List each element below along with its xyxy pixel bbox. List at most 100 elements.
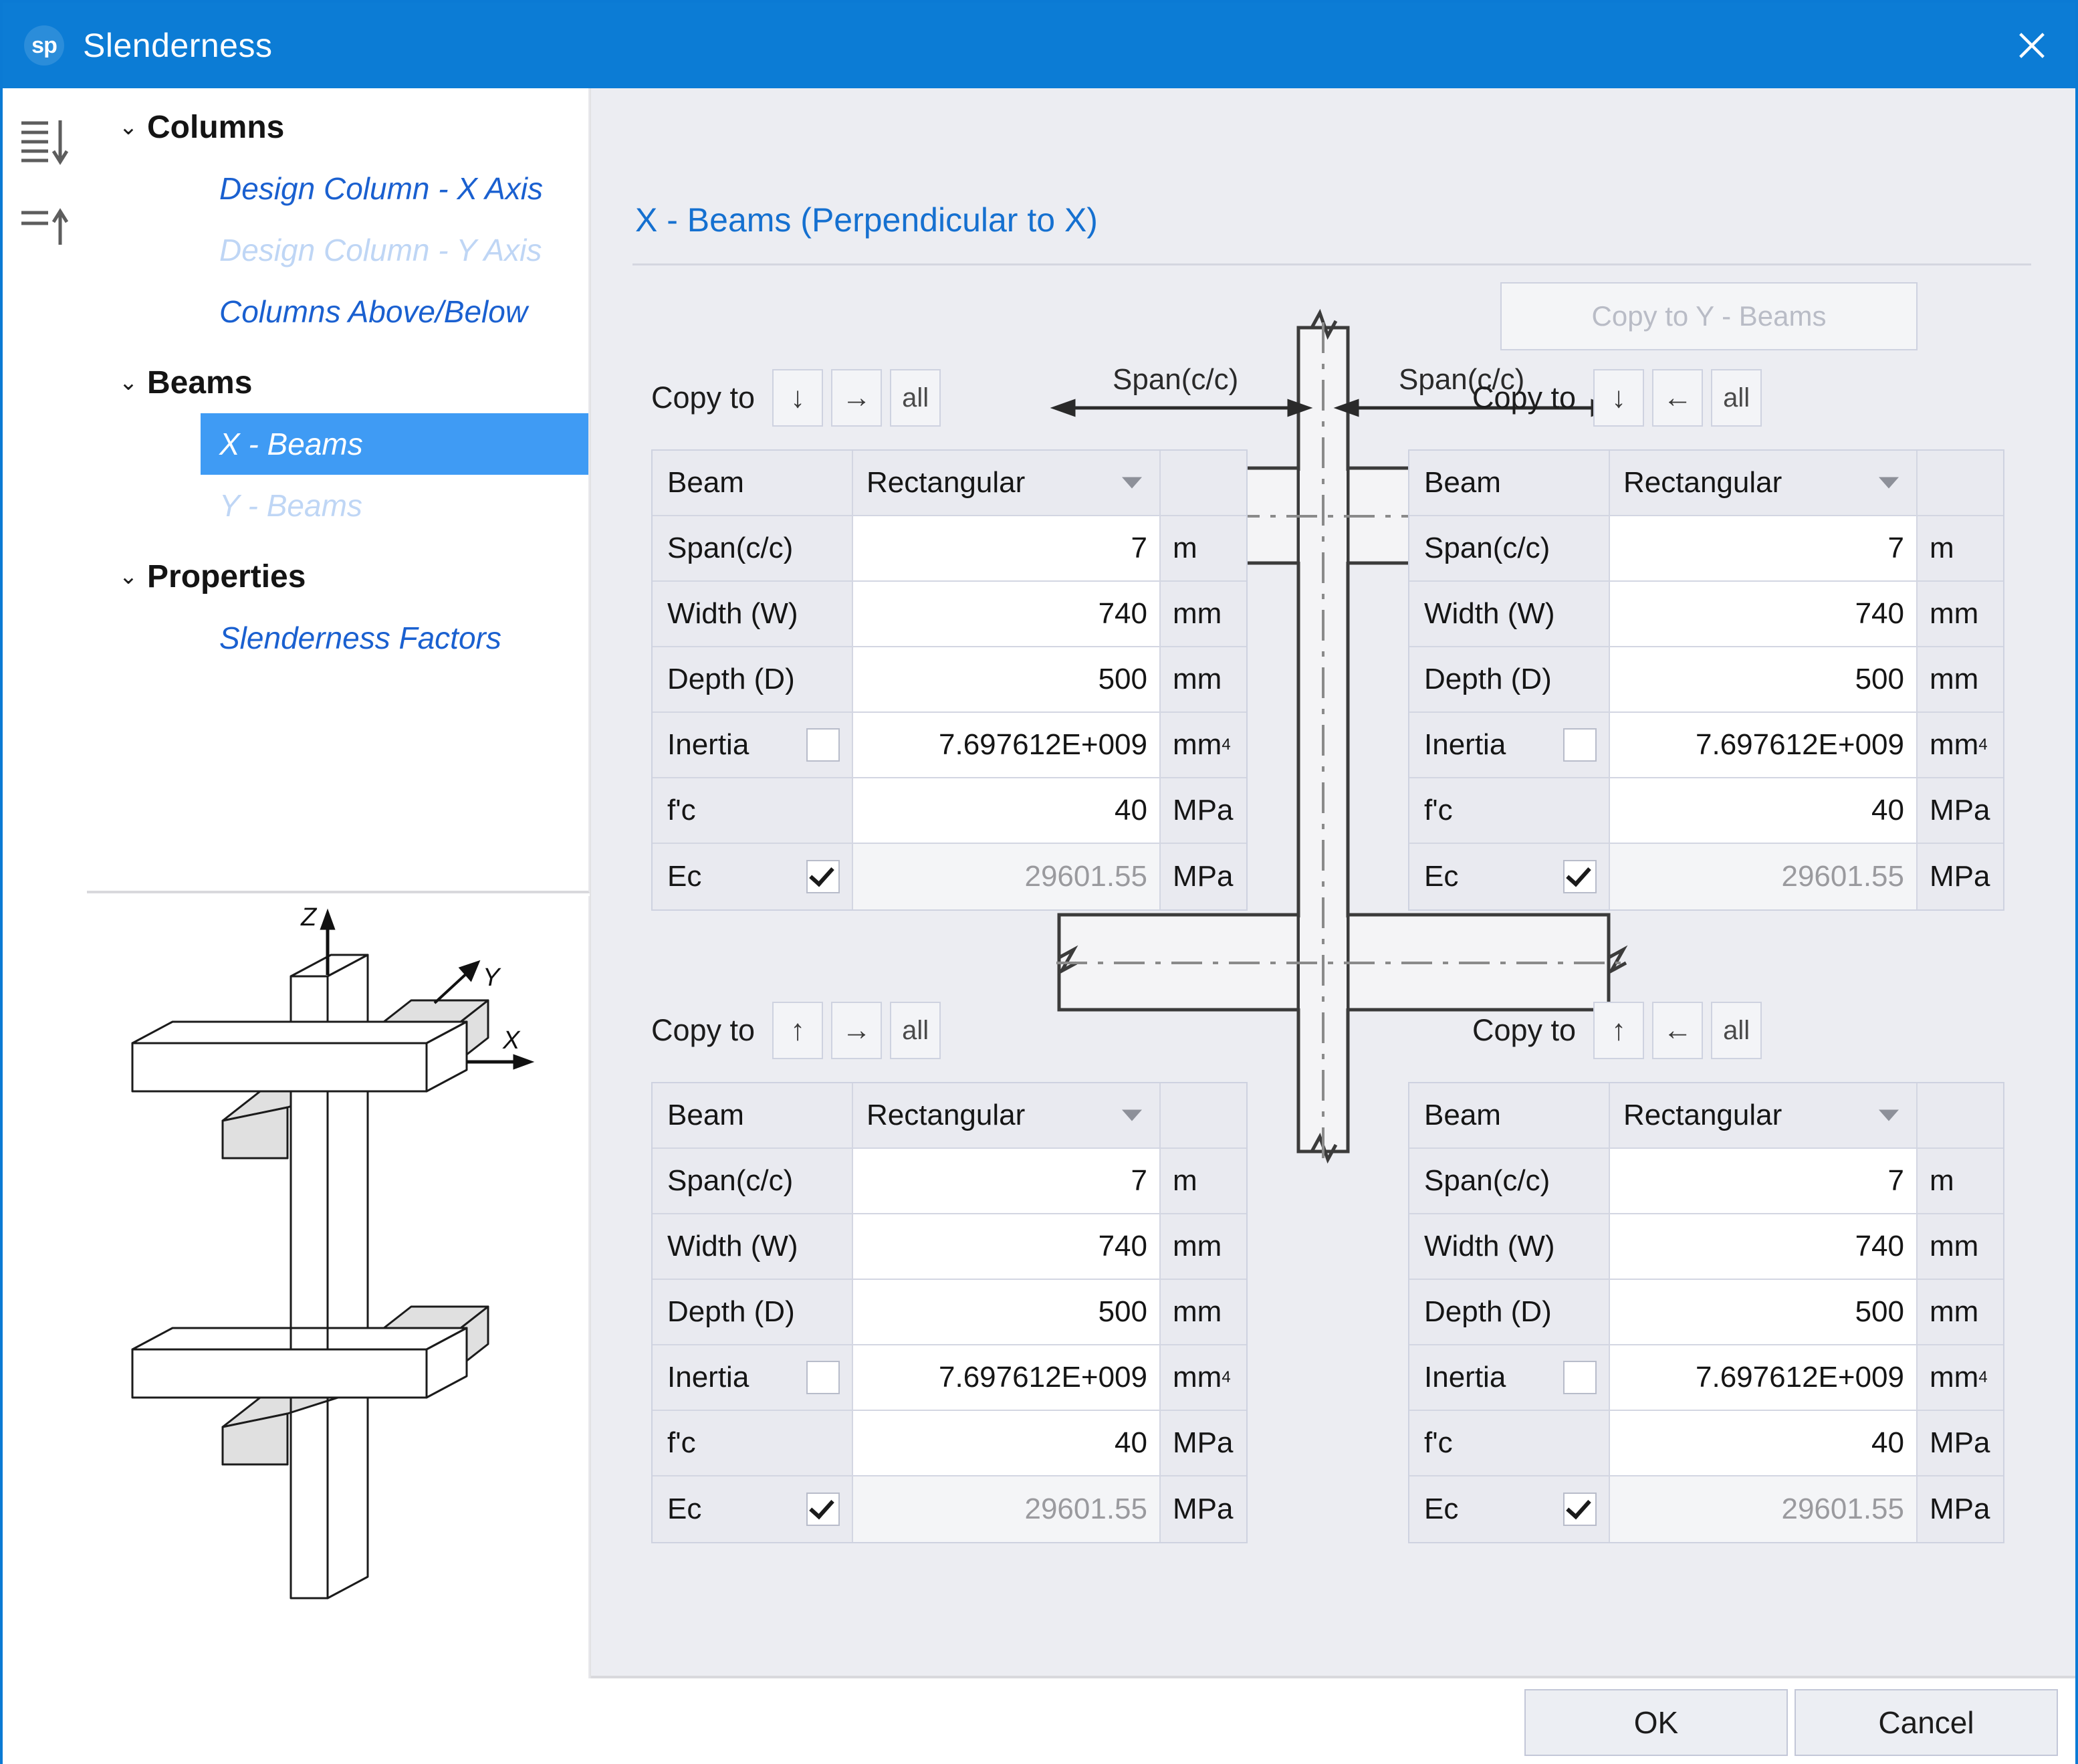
copy-up-button[interactable]: ↑	[772, 1002, 824, 1059]
beam-shape-select[interactable]: Rectangular	[853, 1083, 1161, 1147]
copy-all-button[interactable]: all	[1711, 369, 1762, 427]
chevron-down-icon: ⌄	[118, 370, 138, 395]
table-row: Width (W) 740 mm	[1409, 1214, 2003, 1280]
depth-input[interactable]: 500	[853, 647, 1161, 711]
depth-input[interactable]: 500	[1610, 1280, 1918, 1344]
sp-logo-icon: sp	[24, 25, 64, 66]
inertia-input[interactable]: 7.697612E+009	[853, 1345, 1161, 1410]
fc-input[interactable]: 40	[1610, 778, 1918, 843]
inertia-input[interactable]: 7.697612E+009	[853, 713, 1161, 777]
tree-group-properties[interactable]: ⌄ Properties	[87, 546, 588, 607]
copy-to-toolbar-bottom-right: Copy to ↑ ← all	[1472, 1002, 1770, 1059]
beam-shape-select[interactable]: Rectangular	[1610, 451, 1918, 515]
row-label-inertia: Inertia	[1409, 713, 1610, 777]
width-input[interactable]: 740	[1610, 1214, 1918, 1279]
tree-group-beams[interactable]: ⌄ Beams	[87, 352, 588, 413]
row-unit: mm	[1161, 1214, 1246, 1279]
sidebar-item-x-beams[interactable]: X - Beams	[201, 413, 588, 475]
fc-input[interactable]: 40	[1610, 1411, 1918, 1475]
depth-input[interactable]: 500	[1610, 647, 1918, 711]
copy-to-label: Copy to	[1472, 380, 1577, 415]
tree-group-properties-label: Properties	[147, 558, 306, 594]
expand-all-button[interactable]	[19, 115, 71, 169]
tree-toolbar	[3, 88, 88, 1678]
chevron-down-icon: ⌄	[118, 114, 138, 140]
inertia-input[interactable]: 7.697612E+009	[1610, 1345, 1918, 1410]
copy-left-button[interactable]: ←	[1652, 369, 1704, 427]
copy-to-toolbar-bottom-left: Copy to ↑ → all	[651, 1002, 949, 1059]
fc-input[interactable]: 40	[853, 778, 1161, 843]
axis-label-x: X	[502, 1026, 521, 1055]
table-row: Span(c/c) 7 m	[1409, 516, 2003, 582]
copy-down-button[interactable]: ↓	[1593, 369, 1645, 427]
row-label: Width (W)	[1409, 582, 1610, 646]
sidebar-item-design-column-x[interactable]: Design Column - X Axis	[87, 158, 588, 219]
table-row: Inertia 7.697612E+009 mm 4	[1409, 1345, 2003, 1411]
row-unit: MPa	[1918, 844, 2003, 909]
row-label: Ec	[1424, 1493, 1459, 1525]
dialog-body: ⌄ Columns Design Column - X Axis Design …	[3, 88, 2075, 1678]
span-input[interactable]: 7	[1610, 1149, 1918, 1213]
sidebar-item-columns-above-below[interactable]: Columns Above/Below	[87, 281, 588, 342]
row-unit: MPa	[1918, 778, 2003, 843]
ec-checkbox[interactable]	[806, 1493, 840, 1526]
sidebar-item-slenderness-factors[interactable]: Slenderness Factors	[87, 607, 588, 669]
title-bar: sp Slenderness	[3, 3, 2075, 88]
table-row: Span(c/c) 7 m	[653, 1149, 1246, 1214]
copy-right-button[interactable]: →	[831, 369, 883, 427]
row-label: f'c	[653, 778, 853, 843]
inertia-checkbox[interactable]	[1563, 728, 1597, 762]
depth-input[interactable]: 500	[853, 1280, 1161, 1344]
collapse-all-button[interactable]	[19, 195, 71, 249]
beam-shape-value: Rectangular	[867, 466, 1026, 499]
copy-all-button[interactable]: all	[1711, 1002, 1762, 1059]
span-input[interactable]: 7	[853, 1149, 1161, 1213]
copy-up-button[interactable]: ↑	[1593, 1002, 1645, 1059]
row-unit: m	[1918, 1149, 2003, 1213]
row-unit: mm	[1918, 647, 2003, 711]
ok-button[interactable]: OK	[1524, 1689, 1788, 1756]
cancel-button[interactable]: Cancel	[1795, 1689, 2058, 1756]
row-label: Span(c/c)	[1409, 1149, 1610, 1213]
copy-left-button[interactable]: ←	[1652, 1002, 1704, 1059]
row-unit: mm	[1918, 1214, 2003, 1279]
beam-shape-select[interactable]: Rectangular	[853, 451, 1161, 515]
close-button[interactable]	[1988, 3, 2075, 88]
axis-label-y: Y	[483, 964, 501, 992]
width-input[interactable]: 740	[1610, 582, 1918, 646]
span-input[interactable]: 7	[853, 516, 1161, 580]
fc-input[interactable]: 40	[853, 1411, 1161, 1475]
inertia-checkbox[interactable]	[806, 1361, 840, 1394]
table-row: Beam Rectangular	[1409, 451, 2003, 516]
copy-right-button[interactable]: →	[831, 1002, 883, 1059]
copy-all-button[interactable]: all	[890, 369, 941, 427]
beam-shape-value: Rectangular	[1623, 466, 1782, 499]
row-label: f'c	[1409, 778, 1610, 843]
row-label-ec: Ec	[1409, 844, 1610, 909]
tree-group-columns[interactable]: ⌄ Columns	[87, 96, 588, 158]
width-input[interactable]: 740	[853, 1214, 1161, 1279]
beam-shape-select[interactable]: Rectangular	[1610, 1083, 1918, 1147]
inertia-checkbox[interactable]	[1563, 1361, 1597, 1394]
copy-all-button[interactable]: all	[890, 1002, 941, 1059]
inertia-input[interactable]: 7.697612E+009	[1610, 713, 1918, 777]
ec-checkbox[interactable]	[1563, 860, 1597, 893]
main-pane: X - Beams (Perpendicular to X) Copy to Y…	[591, 88, 2075, 1678]
page-title: X - Beams (Perpendicular to X)	[635, 201, 1098, 239]
ec-value: 29601.55	[1610, 844, 1918, 909]
copy-down-button[interactable]: ↓	[772, 369, 824, 427]
row-label-ec: Ec	[1409, 1476, 1610, 1542]
table-row: Span(c/c) 7 m	[1409, 1149, 2003, 1214]
ec-checkbox[interactable]	[806, 860, 840, 893]
width-input[interactable]: 740	[853, 582, 1161, 646]
row-label: Inertia	[1424, 1361, 1506, 1394]
table-row: Span(c/c) 7 m	[653, 516, 1246, 582]
inertia-checkbox[interactable]	[806, 728, 840, 762]
row-unit: m	[1161, 1149, 1246, 1213]
ec-checkbox[interactable]	[1563, 1493, 1597, 1526]
title-divider	[632, 263, 2031, 265]
tree-group-columns-label: Columns	[147, 109, 285, 145]
table-row: f'c 40 MPa	[1409, 1411, 2003, 1476]
axis-label-z: Z	[300, 903, 318, 931]
span-input[interactable]: 7	[1610, 516, 1918, 580]
